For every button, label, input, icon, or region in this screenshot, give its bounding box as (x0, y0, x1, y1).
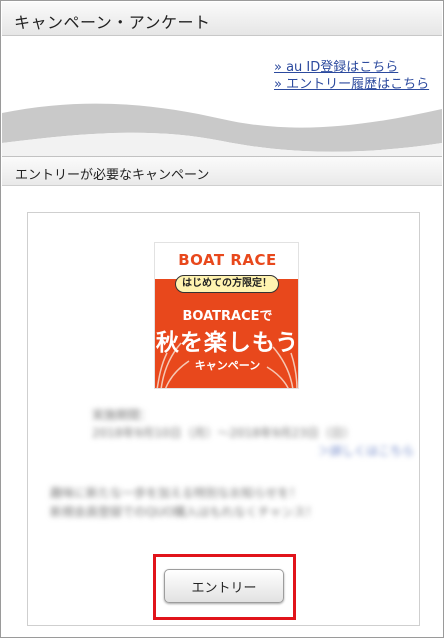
campaign-description-2: 新規会員登録でのQUO購入はもれなくチャンス！ (50, 505, 318, 519)
banner-line-2: 秋を楽しもう (155, 330, 299, 356)
au-id-register-link[interactable]: » au ID登録はこちら (274, 59, 429, 76)
campaign-banner[interactable]: BOAT RACE はじめての方限定！ BOATRACEで 秋を楽しもう キャン… (154, 242, 299, 389)
banner-line-1: BOATRACEで (182, 309, 273, 324)
period-label: 実施期間： (92, 408, 153, 422)
entry-button[interactable]: エントリー (164, 569, 284, 603)
detail-link[interactable]: ＞詳しくはこちら (318, 442, 414, 459)
campaign-description-1: 趣味に新たな一歩を加える特別なお知らせを！ (50, 486, 302, 500)
header-links: » au ID登録はこちら » エントリー履歴はこちら (274, 59, 429, 93)
banner-line-3: キャンペーン (194, 359, 261, 372)
banner-header: BOAT RACE (155, 243, 298, 279)
period-value: 2018年9月10日（月）～2018年9月23日（日） (92, 426, 355, 440)
entry-highlight-box: エントリー (153, 554, 296, 620)
app-frame: キャンペーン・アンケート » au ID登録はこちら » エントリー履歴はこちら… (0, 0, 444, 638)
banner-brand-logo: BOAT RACE (178, 251, 277, 269)
wave-divider (2, 103, 442, 157)
entry-history-link[interactable]: » エントリー履歴はこちら (274, 76, 429, 93)
section-header: エントリーが必要なキャンペーン (2, 156, 442, 186)
campaign-card: BOAT RACE はじめての方限定！ BOATRACEで 秋を楽しもう キャン… (27, 212, 420, 626)
header-bar: キャンペーン・アンケート (2, 2, 442, 36)
banner-badge: はじめての方限定！ (175, 275, 279, 293)
section-title: エントリーが必要なキャンペーン (15, 168, 210, 183)
page-title: キャンペーン・アンケート (14, 13, 211, 32)
